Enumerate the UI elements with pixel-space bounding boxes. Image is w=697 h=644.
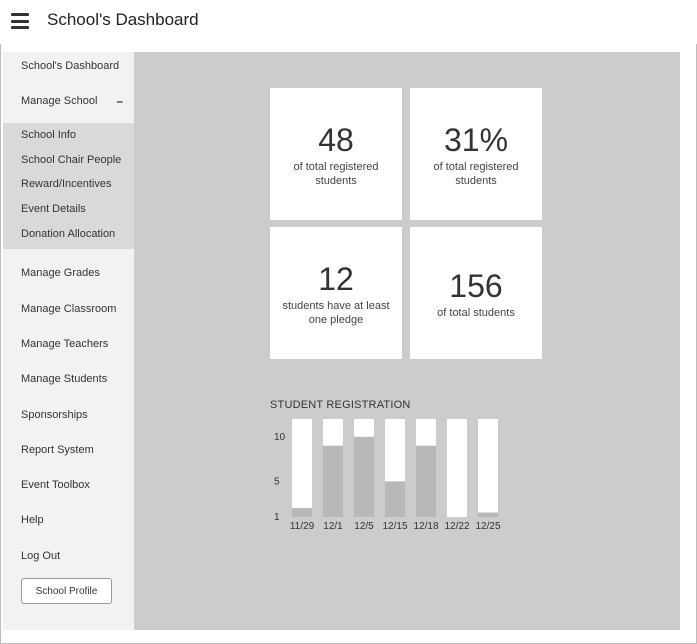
sidebar-item-dashboard[interactable]: School's Dashboard: [3, 54, 134, 78]
registration-chart: 1 5 10 11/29 12/1 12/5 12/15 12/18 12/22 12/25: [274, 419, 501, 532]
main-content: 48 of total registered students 31% of t…: [134, 52, 680, 630]
collapse-icon[interactable]: –: [116, 89, 123, 113]
stat-value: 48: [318, 122, 354, 158]
x-tick-label: 12/18: [413, 521, 438, 532]
top-bar: School's Dashboard: [0, 0, 697, 44]
submenu-item-school-chair-people[interactable]: School Chair People: [3, 149, 134, 171]
stat-card-registered: 48 of total registered students: [270, 88, 402, 220]
stat-card-registered-percent: 31% of total registered students: [410, 88, 542, 220]
chart-title: STUDENT REGISTRATION: [270, 399, 411, 411]
bar: [416, 445, 436, 517]
sidebar-item-event-toolbox[interactable]: Event Toolbox: [3, 473, 134, 497]
stat-label: of total registered students: [433, 161, 519, 187]
sidebar-item-manage-classroom[interactable]: Manage Classroom: [3, 297, 134, 321]
bar-track: [478, 419, 498, 517]
stat-card-pledges: 12 students have at least one pledge: [270, 227, 402, 359]
sidebar-item-manage-grades[interactable]: Manage Grades: [3, 261, 134, 285]
sidebar-item-sponsorships[interactable]: Sponsorships: [3, 403, 134, 427]
hamburger-icon[interactable]: [11, 13, 29, 29]
bar: [385, 481, 405, 517]
stat-label: students have at least one pledge: [282, 300, 390, 326]
x-tick-label: 12/1: [323, 521, 343, 532]
y-tick-label: 10: [274, 432, 286, 443]
manage-school-submenu: School Info School Chair People Reward/I…: [3, 123, 134, 249]
x-tick-label: 11/29: [290, 521, 315, 532]
sidebar-item-report-system[interactable]: Report System: [3, 438, 134, 462]
stat-value: 31%: [443, 122, 509, 158]
y-tick-label: 1: [274, 512, 280, 523]
stat-card-total-students: 156 of total students: [410, 227, 542, 359]
school-profile-button[interactable]: School Profile: [21, 578, 112, 604]
bar-track: [447, 419, 467, 517]
sidebar-item-log-out[interactable]: Log Out: [3, 544, 134, 568]
submenu-item-donation-allocation[interactable]: Donation Allocation: [3, 223, 134, 245]
submenu-item-event-details[interactable]: Event Details: [3, 198, 134, 220]
stat-value: 12: [318, 261, 354, 297]
bar-track: [292, 419, 312, 517]
page-title: School's Dashboard: [47, 10, 199, 29]
sidebar-item-manage-school[interactable]: Manage School –: [3, 89, 134, 113]
bar: [354, 436, 374, 517]
x-tick-label: 12/15: [382, 521, 407, 532]
submenu-item-reward-incentives[interactable]: Reward/Incentives: [3, 173, 134, 195]
stat-value: 156: [449, 268, 503, 304]
sidebar-item-label: Manage School: [21, 95, 98, 107]
x-tick-label: 12/5: [354, 521, 374, 532]
bar: [292, 508, 312, 517]
x-tick-label: 12/25: [475, 521, 500, 532]
sidebar-item-manage-students[interactable]: Manage Students: [3, 367, 134, 391]
sidebar-item-manage-teachers[interactable]: Manage Teachers: [3, 332, 134, 356]
submenu-item-school-info[interactable]: School Info: [3, 124, 134, 146]
bar: [323, 445, 343, 517]
x-tick-label: 12/22: [444, 521, 469, 532]
sidebar-item-help[interactable]: Help: [3, 508, 134, 532]
stat-label: of total students: [437, 307, 515, 319]
sidebar: School's Dashboard Manage School – Schoo…: [3, 52, 134, 630]
stat-label: of total registered students: [293, 161, 379, 187]
y-tick-label: 5: [274, 476, 280, 487]
bar: [478, 512, 498, 517]
